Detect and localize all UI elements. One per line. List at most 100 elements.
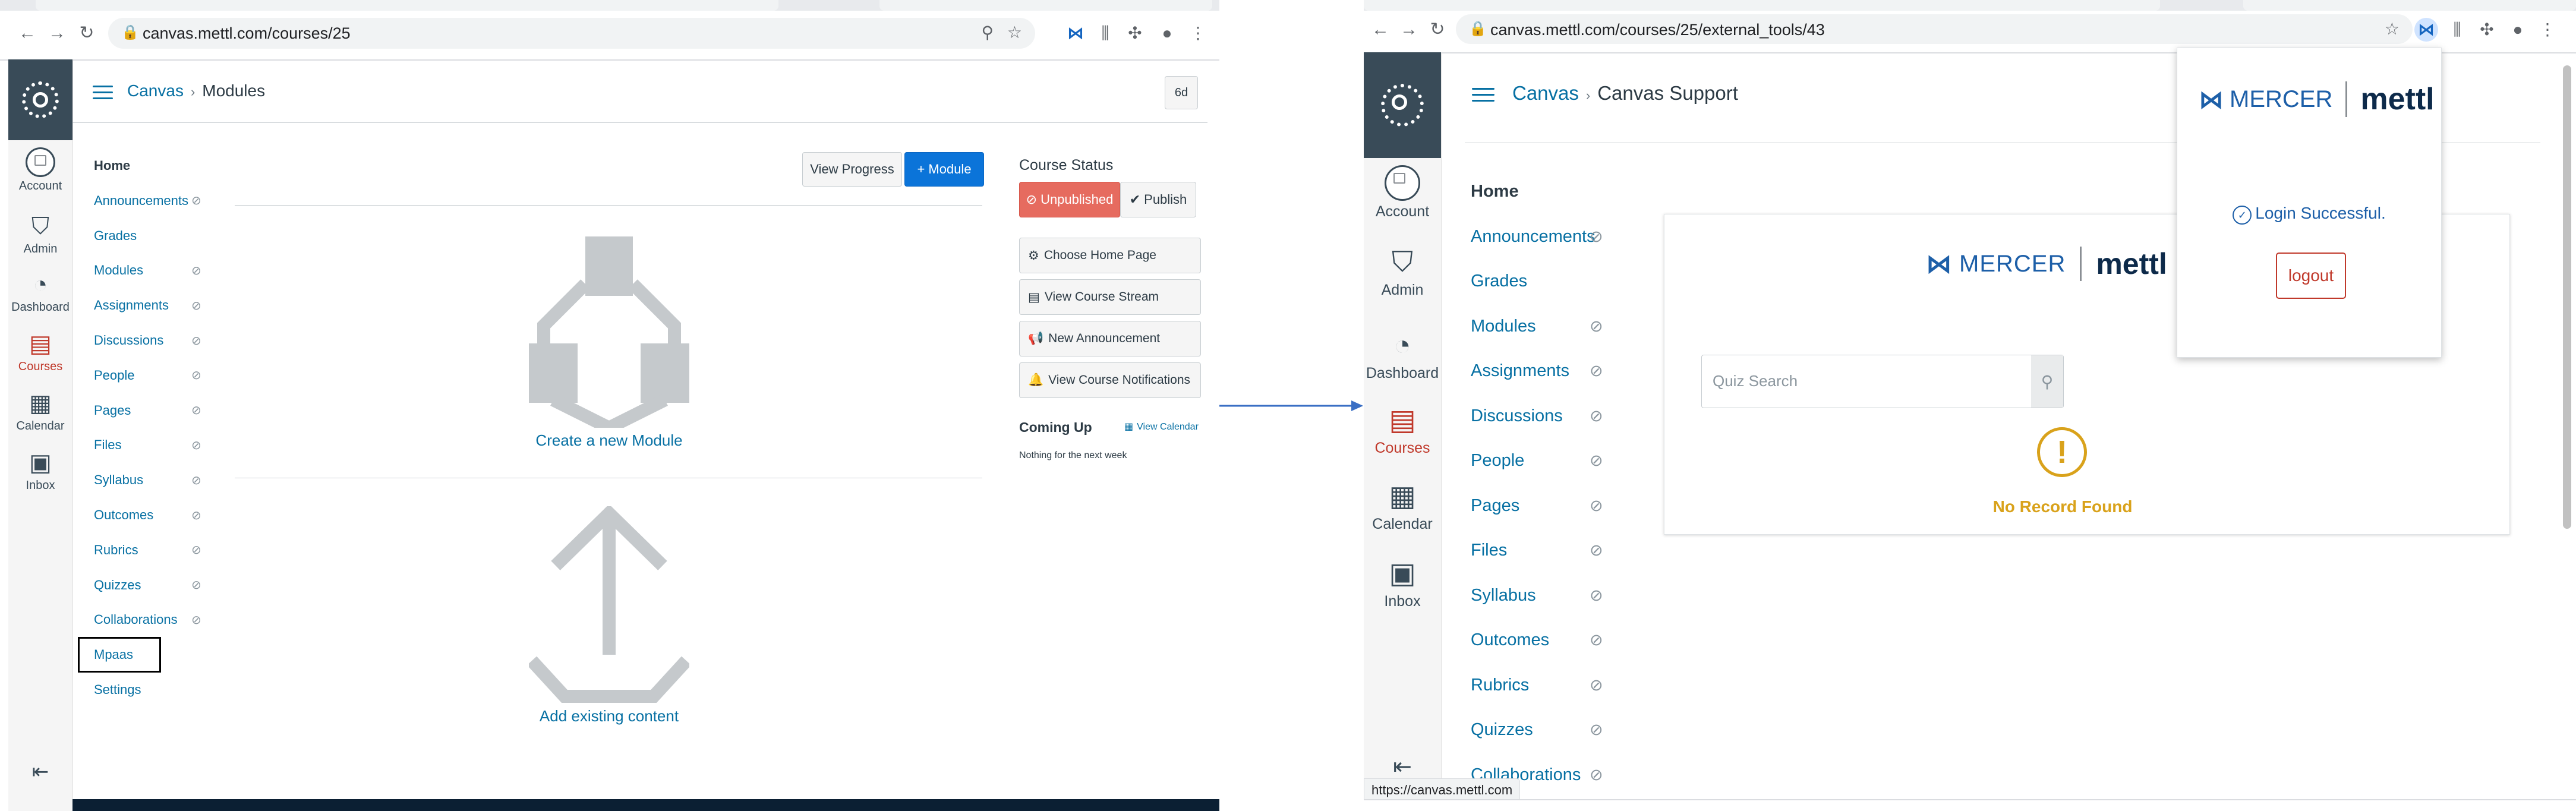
eye-slash-icon: ⊘ [1590, 496, 1603, 515]
global-nav-admin[interactable]: ⛉ Admin [1364, 246, 1441, 299]
breadcrumb-canvas[interactable]: Canvas [127, 81, 184, 100]
breadcrumb-canvas[interactable]: Canvas [1512, 82, 1579, 104]
canvas-logo-icon[interactable] [8, 59, 72, 140]
publish-button[interactable]: ✔ Publish [1120, 182, 1196, 217]
back-icon[interactable]: ← [17, 21, 38, 45]
star-icon[interactable]: ☆ [2385, 19, 2400, 39]
star-icon[interactable]: ☆ [1007, 23, 1022, 42]
forward-icon[interactable]: → [1398, 18, 1420, 42]
course-nav-pages[interactable]: Pages ⊘ [94, 403, 201, 418]
back-icon[interactable]: ← [1370, 18, 1391, 42]
global-nav-courses[interactable]: ▤ Courses [1364, 404, 1441, 457]
mettl-extension-icon[interactable]: ⫼ [1093, 21, 1117, 45]
global-nav-calendar[interactable]: ▦ Calendar [8, 390, 72, 433]
course-nav-outcomes[interactable]: Outcomes ⊘ [94, 507, 201, 523]
menu-toggle-icon[interactable] [93, 86, 113, 100]
course-status-heading: Course Status [1019, 157, 1114, 173]
address-bar[interactable]: 🔒 canvas.mettl.com/courses/25 ⚲ ☆ [108, 18, 1035, 49]
course-nav-discussions[interactable]: Discussions ⊘ [1471, 406, 1603, 426]
course-nav-discussions[interactable]: Discussions ⊘ [94, 333, 201, 348]
global-nav-dashboard[interactable]: ◔ Dashboard [1364, 329, 1441, 382]
view-course-stream-button[interactable]: ▤ View Course Stream [1019, 279, 1201, 315]
course-nav-home[interactable]: Home [1471, 182, 1519, 201]
course-nav-people[interactable]: People ⊘ [94, 368, 201, 383]
shield-icon: ⛉ [31, 213, 49, 239]
mettl-extension-icon[interactable]: ⫼ [2445, 18, 2469, 42]
course-nav-files[interactable]: Files ⊘ [1471, 541, 1603, 560]
course-nav-announcements[interactable]: Announcements ⊘ [94, 193, 201, 209]
kebab-menu-icon[interactable]: ⋮ [1186, 21, 1210, 45]
eye-slash-icon: ⊘ [1590, 317, 1603, 335]
puzzle-icon[interactable]: ✣ [2475, 18, 2499, 42]
course-nav-syllabus[interactable]: Syllabus ⊘ [1471, 586, 1603, 605]
course-nav-rubrics[interactable]: Rubrics ⊘ [94, 542, 201, 558]
global-nav-account[interactable]: Account [1364, 165, 1441, 220]
course-nav-collaborations[interactable]: Collaborations ⊘ [94, 612, 201, 627]
choose-home-page-button[interactable]: ⚙ Choose Home Page [1019, 238, 1201, 273]
collapse-nav-button[interactable]: ⇤ [8, 758, 72, 785]
megaphone-icon: 📢 [1028, 332, 1044, 345]
course-nav-rubrics[interactable]: Rubrics ⊘ [1471, 676, 1603, 695]
course-nav-outcomes[interactable]: Outcomes ⊘ [1471, 630, 1603, 650]
course-nav-grades[interactable]: Grades [94, 228, 137, 244]
global-nav-inbox[interactable]: ▣ Inbox [1364, 557, 1441, 610]
eye-slash-icon: ⊘ [191, 194, 201, 208]
global-nav-calendar[interactable]: ▦ Calendar [1364, 480, 1441, 533]
view-course-notifications-button[interactable]: 🔔 View Course Notifications [1019, 362, 1201, 398]
course-nav-modules[interactable]: Modules ⊘ [94, 263, 201, 278]
address-bar[interactable]: 🔒 canvas.mettl.com/courses/25/external_t… [1456, 14, 2413, 44]
mercer-extension-icon[interactable]: ⋈ [2414, 18, 2438, 42]
inbox-icon: ▣ [29, 450, 52, 476]
course-nav-grades[interactable]: Grades [1471, 272, 1527, 291]
course-nav-mpaas[interactable]: Mpaas [78, 637, 161, 673]
global-nav-admin[interactable]: ⛉ Admin [8, 213, 72, 256]
collapse-nav-button[interactable]: ⇤ [1364, 753, 1441, 781]
unpublished-button[interactable]: ⊘ Unpublished [1019, 182, 1120, 217]
immersive-reader-button[interactable]: 6d [1165, 76, 1198, 109]
course-nav-assignments[interactable]: Assignments ⊘ [94, 298, 201, 313]
course-nav-settings[interactable]: Settings [94, 682, 141, 698]
course-nav-files[interactable]: Files ⊘ [94, 437, 201, 453]
calendar-icon: ▦ [1389, 481, 1416, 512]
course-nav-announcements[interactable]: Announcements ⊘ [1471, 227, 1603, 247]
course-nav-syllabus[interactable]: Syllabus ⊘ [94, 472, 201, 488]
canvas-logo-icon[interactable] [1364, 52, 1441, 158]
forward-icon[interactable]: → [46, 21, 68, 45]
course-nav-quizzes[interactable]: Quizzes ⊘ [1471, 720, 1603, 740]
reload-icon[interactable]: ↻ [1427, 18, 1448, 42]
profile-icon[interactable]: ● [2506, 18, 2530, 42]
global-nav-account[interactable]: Account [8, 147, 72, 193]
menu-toggle-icon[interactable] [1472, 88, 1494, 102]
profile-icon[interactable]: ● [1155, 21, 1179, 45]
course-nav-people[interactable]: People ⊘ [1471, 451, 1603, 471]
global-nav-courses[interactable]: ▤ Courses [8, 330, 72, 374]
vertical-scrollbar[interactable] [2563, 65, 2571, 529]
quiz-search-input[interactable]: Quiz Search ⚲ [1701, 355, 2064, 408]
lock-icon: 🔒 [1469, 21, 1487, 37]
course-nav-pages[interactable]: Pages ⊘ [1471, 496, 1603, 516]
view-progress-button[interactable]: View Progress [802, 152, 902, 187]
course-nav-home[interactable]: Home [94, 158, 130, 173]
search-icon[interactable]: ⚲ [2031, 355, 2063, 408]
view-calendar-link[interactable]: ▦ View Calendar [1124, 421, 1199, 433]
puzzle-icon[interactable]: ✣ [1123, 21, 1147, 45]
course-nav-modules[interactable]: Modules ⊘ [1471, 317, 1603, 336]
new-announcement-button[interactable]: 📢 New Announcement [1019, 321, 1201, 356]
add-existing-content-link[interactable]: Add existing content [475, 707, 743, 725]
breadcrumb: Canvas › Canvas Support [1512, 82, 1738, 104]
global-nav-dashboard[interactable]: ◔ Dashboard [8, 271, 72, 314]
zoom-icon[interactable]: ⚲ [981, 23, 994, 42]
book-icon: ▤ [1389, 405, 1416, 436]
course-nav-assignments[interactable]: Assignments ⊘ [1471, 361, 1603, 381]
kebab-menu-icon[interactable]: ⋮ [2536, 18, 2559, 42]
mercer-extension-icon[interactable]: ⋈ [1064, 21, 1087, 45]
eye-slash-icon: ⊘ [191, 404, 201, 418]
breadcrumb: Canvas › Modules [127, 81, 266, 100]
reload-icon[interactable]: ↻ [76, 21, 97, 45]
nothing-next-week: Nothing for the next week [1019, 450, 1127, 460]
add-module-button[interactable]: + Module [904, 152, 984, 187]
global-nav-inbox[interactable]: ▣ Inbox [8, 449, 72, 493]
logout-button[interactable]: logout [2276, 253, 2346, 299]
create-module-link[interactable]: Create a new Module [475, 431, 743, 450]
course-nav-quizzes[interactable]: Quizzes ⊘ [94, 578, 201, 593]
